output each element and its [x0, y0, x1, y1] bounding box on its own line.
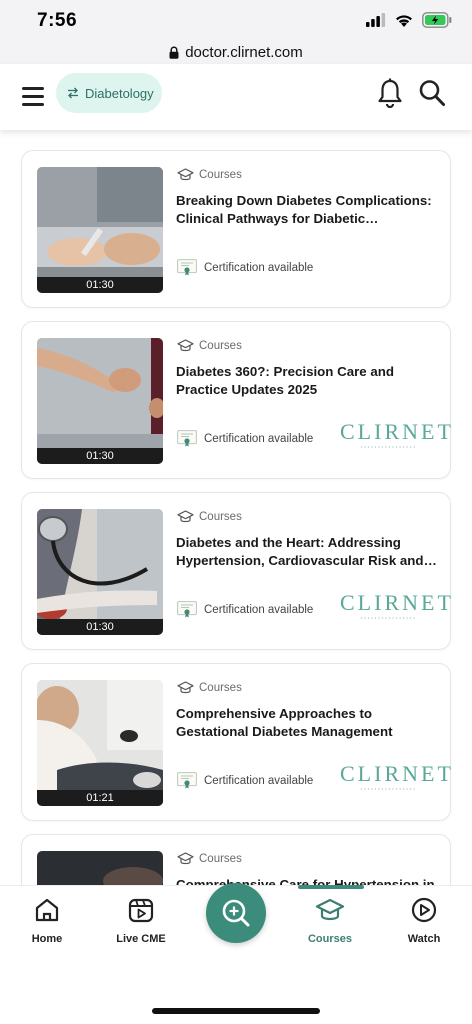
certificate-icon — [177, 601, 197, 618]
discover-icon — [222, 899, 250, 927]
hamburger-menu-button[interactable] — [22, 82, 50, 110]
certification-info: Certification available — [177, 772, 313, 789]
nav-home[interactable]: Home — [11, 896, 83, 946]
status-icons — [366, 12, 452, 28]
course-category: Courses — [177, 681, 242, 695]
brand-name: CLIRNET — [340, 590, 454, 615]
course-card[interactable]: 01:30 Courses Diabetes 360?: Precision C… — [21, 321, 451, 479]
thumbnail-image — [37, 509, 163, 635]
nav-watch-label: Watch — [407, 933, 441, 945]
specialty-label: Diabetology — [85, 85, 154, 101]
course-card[interactable]: 01:30 Courses Diabetes and the Heart: Ad… — [21, 492, 451, 650]
status-time: 7:56 — [37, 10, 78, 31]
search-icon — [419, 80, 445, 106]
nav-courses[interactable]: Courses — [294, 896, 366, 946]
nav-watch[interactable]: Watch — [388, 896, 460, 946]
course-category: Courses — [177, 339, 242, 353]
brand-tagline: • • • • • • • • • • • • • • • • — [360, 615, 416, 620]
graduation-cap-icon — [177, 681, 194, 694]
swap-icon — [68, 87, 78, 99]
bottom-navigation: Home Live CME Courses Watch — [0, 883, 472, 1024]
nav-courses-label: Courses — [307, 933, 353, 945]
certification-label: Certification available — [204, 603, 314, 616]
bell-icon — [378, 78, 402, 109]
course-title[interactable]: Breaking Down Diabetes Complications: Cl… — [176, 192, 448, 228]
clirnet-logo: CLIRNET • • • • • • • • • • • • • • • • — [340, 590, 454, 627]
video-duration: 01:30 — [37, 277, 163, 293]
watch-icon — [411, 897, 437, 923]
course-thumbnail[interactable]: 01:30 — [37, 509, 163, 635]
certification-info: Certification available — [177, 601, 313, 618]
menu-line — [22, 94, 44, 98]
course-title[interactable]: Diabetes and the Heart: Addressing Hyper… — [176, 534, 448, 570]
live-cme-icon — [128, 898, 154, 923]
video-duration: 01:30 — [37, 448, 163, 464]
category-label: Courses — [199, 169, 242, 181]
app-header: Diabetology — [0, 64, 472, 130]
menu-line — [22, 102, 44, 106]
category-label: Courses — [199, 853, 242, 865]
graduation-cap-icon — [177, 168, 194, 181]
browser-url-bar[interactable]: doctor.clirnet.com — [0, 40, 472, 64]
graduation-cap-icon — [177, 339, 194, 352]
search-button[interactable] — [418, 78, 448, 110]
brand-name: CLIRNET — [340, 761, 454, 786]
course-feed[interactable]: 01:30 Courses Breaking Down Diabetes Com… — [0, 130, 472, 885]
lock-icon — [169, 46, 179, 59]
thumbnail-image — [37, 680, 163, 806]
certificate-icon — [177, 772, 197, 789]
graduation-cap-icon — [177, 852, 194, 865]
nav-live-cme-label: Live CME — [116, 933, 166, 945]
notifications-button[interactable] — [376, 78, 406, 110]
certification-label: Certification available — [204, 432, 314, 445]
course-category: Courses — [177, 852, 242, 866]
course-thumbnail[interactable]: 01:21 — [37, 680, 163, 806]
home-indicator — [152, 1008, 320, 1014]
course-card[interactable]: 01:21 Courses Comprehensive Approaches t… — [21, 663, 451, 821]
brand-name: CLIRNET — [340, 419, 454, 444]
graduation-cap-icon — [177, 510, 194, 523]
clirnet-logo: CLIRNET • • • • • • • • • • • • • • • • — [340, 419, 454, 456]
active-tab-indicator — [298, 885, 364, 889]
thumbnail-image — [37, 167, 163, 293]
signal-icon — [366, 13, 386, 27]
certificate-icon — [177, 259, 197, 276]
clirnet-logo: CLIRNET • • • • • • • • • • • • • • • • — [340, 761, 454, 798]
graduation-cap-icon — [315, 898, 345, 921]
specialty-switch-chip[interactable]: Diabetology — [56, 73, 162, 113]
certification-info: Certification available — [177, 259, 313, 276]
course-thumbnail[interactable] — [37, 851, 163, 885]
course-card[interactable]: Courses Comprehensive Care for Hypertens… — [21, 834, 451, 885]
course-title[interactable]: Comprehensive Approaches to Gestational … — [176, 705, 448, 741]
category-label: Courses — [199, 682, 242, 694]
category-label: Courses — [199, 340, 242, 352]
thumbnail-image — [37, 851, 163, 885]
course-title[interactable]: Diabetes 360?: Precision Care and Practi… — [176, 363, 448, 399]
battery-icon — [422, 12, 452, 28]
certification-label: Certification available — [204, 261, 314, 274]
brand-tagline: • • • • • • • • • • • • • • • • — [360, 444, 416, 449]
home-icon — [35, 898, 59, 922]
course-category: Courses — [177, 168, 242, 182]
menu-line — [22, 86, 44, 90]
course-thumbnail[interactable]: 01:30 — [37, 338, 163, 464]
certification-label: Certification available — [204, 774, 314, 787]
category-label: Courses — [199, 511, 242, 523]
video-duration: 01:21 — [37, 790, 163, 806]
course-category: Courses — [177, 510, 242, 524]
nav-live-cme[interactable]: Live CME — [105, 896, 177, 946]
course-card[interactable]: 01:30 Courses Breaking Down Diabetes Com… — [21, 150, 451, 308]
nav-home-label: Home — [31, 933, 63, 945]
certification-info: Certification available — [177, 430, 313, 447]
url-text: doctor.clirnet.com — [185, 43, 303, 61]
brand-tagline: • • • • • • • • • • • • • • • • — [360, 786, 416, 791]
wifi-icon — [396, 14, 412, 27]
certificate-icon — [177, 430, 197, 447]
course-thumbnail[interactable]: 01:30 — [37, 167, 163, 293]
course-title[interactable]: Comprehensive Care for Hypertension in — [176, 876, 448, 885]
status-bar: 7:56 — [0, 0, 472, 40]
discover-fab-button[interactable] — [206, 883, 266, 943]
thumbnail-image — [37, 338, 163, 464]
video-duration: 01:30 — [37, 619, 163, 635]
